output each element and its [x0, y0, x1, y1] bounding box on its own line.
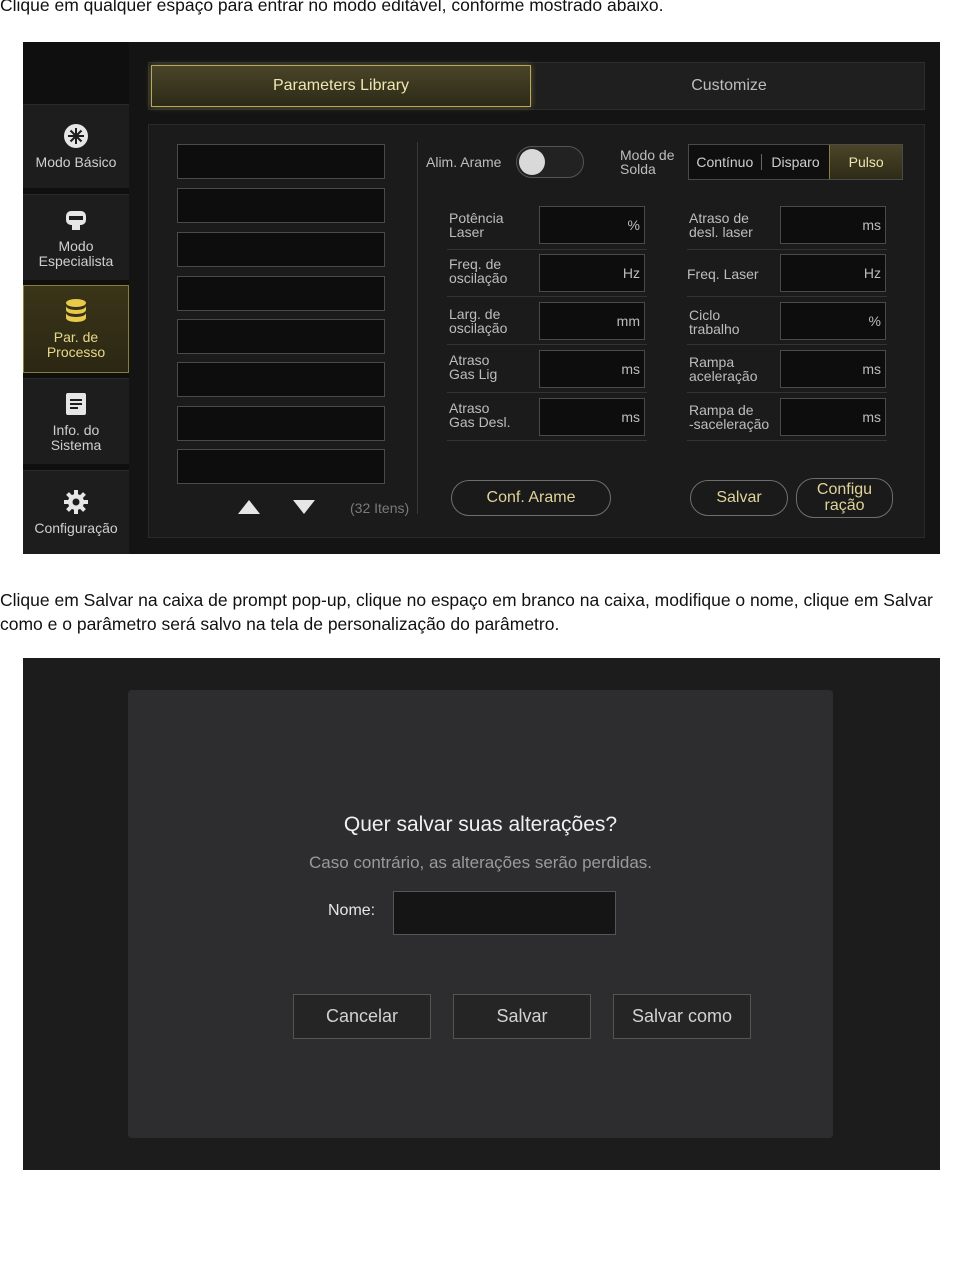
- tab-bar: Parameters Library Customize: [148, 62, 925, 110]
- laser-power-field[interactable]: %: [539, 206, 645, 244]
- laser-freq-field[interactable]: Hz: [780, 254, 886, 292]
- list-item[interactable]: [177, 449, 385, 484]
- row-divider: [687, 296, 887, 297]
- param-label: Atraso Gas Desl.: [449, 400, 511, 430]
- sidebar-item-par-processo[interactable]: Par. de Processo: [23, 285, 129, 373]
- sidebar-item-configuracao[interactable]: Configuração: [23, 470, 129, 554]
- helmet-icon: [63, 207, 89, 233]
- cancel-button[interactable]: Cancelar: [293, 994, 431, 1039]
- toggle-knob: [519, 149, 545, 175]
- row-divider: [447, 440, 647, 441]
- ramp-up-field[interactable]: ms: [780, 350, 886, 388]
- intro-text: Clique em qualquer espaço para entrar no…: [0, 0, 664, 15]
- param-label: Freq. de oscilação: [449, 256, 508, 286]
- list-item[interactable]: [177, 188, 385, 223]
- wire-config-button[interactable]: Conf. Arame: [451, 480, 611, 516]
- weld-mode-label: Modo de Solda: [620, 147, 675, 177]
- param-label: Rampa aceleração: [689, 354, 758, 384]
- scroll-up-arrow-icon[interactable]: [238, 500, 260, 514]
- row-divider: [447, 344, 647, 345]
- scroll-down-arrow-icon[interactable]: [293, 500, 315, 514]
- row-divider: [447, 392, 647, 393]
- save-dialog: Quer salvar suas alterações? Caso contrá…: [128, 690, 833, 1138]
- instruction-text: Clique em Salvar na caixa de prompt pop-…: [0, 590, 933, 634]
- wire-feed-label: Alim. Arame: [426, 154, 502, 170]
- sidebar-item-modo-especialista[interactable]: Modo Especialista: [23, 194, 129, 280]
- save-dialog-screen: Quer salvar suas alterações? Caso contrá…: [23, 658, 940, 1170]
- sidebar-item-info-sistema[interactable]: Info. do Sistema: [23, 378, 129, 464]
- document-icon: [65, 391, 87, 417]
- divider: [417, 142, 418, 514]
- dialog-subtitle: Caso contrário, as alterações serão perd…: [308, 853, 652, 872]
- save-button[interactable]: Salvar: [453, 994, 591, 1039]
- sidebar: Modo Básico Modo Especialista Par. de Pr…: [23, 42, 129, 554]
- row-divider: [687, 249, 887, 250]
- list-item[interactable]: [177, 406, 385, 441]
- config-button[interactable]: Configu ração: [796, 478, 893, 518]
- name-label: Nome:: [328, 902, 376, 919]
- parameters-screen: Modo Básico Modo Especialista Par. de Pr…: [23, 42, 940, 554]
- row-divider: [687, 344, 887, 345]
- duty-cycle-field[interactable]: %: [780, 302, 886, 340]
- dialog-title: Quer salvar suas alterações?: [343, 813, 618, 836]
- param-label: Rampa de -saceleração: [689, 402, 770, 432]
- row-divider: [447, 296, 647, 297]
- gear-icon: [63, 489, 89, 515]
- ramp-down-field[interactable]: ms: [780, 398, 886, 436]
- row-divider: [687, 392, 887, 393]
- gas-on-delay-field[interactable]: ms: [539, 350, 645, 388]
- item-count: (32 Itens): [350, 500, 410, 516]
- oscillation-width-field[interactable]: mm: [539, 302, 645, 340]
- param-label: Atraso Gas Lig: [449, 352, 498, 382]
- save-as-button[interactable]: Salvar como: [613, 994, 751, 1039]
- oscillation-freq-field[interactable]: Hz: [539, 254, 645, 292]
- sidebar-item-label: Modo Especialista: [38, 237, 114, 269]
- wire-feed-toggle[interactable]: [516, 146, 584, 178]
- list-item[interactable]: [177, 232, 385, 267]
- sidebar-item-modo-basico[interactable]: Modo Básico: [23, 104, 129, 188]
- list-item[interactable]: [177, 144, 385, 179]
- save-button[interactable]: Salvar: [690, 480, 788, 516]
- param-label: Freq. Laser: [687, 266, 759, 282]
- sidebar-item-label: Info. do Sistema: [50, 421, 102, 453]
- laser-off-delay-field[interactable]: ms: [780, 206, 886, 244]
- snowflake-icon: [63, 123, 89, 149]
- gas-off-delay-field[interactable]: ms: [539, 398, 645, 436]
- param-label: Larg. de oscilação: [449, 306, 508, 336]
- sidebar-item-label: Configuração: [34, 520, 118, 536]
- list-item[interactable]: [177, 319, 385, 354]
- param-label: Potência Laser: [449, 210, 504, 240]
- sidebar-item-label: Par. de Processo: [46, 329, 106, 360]
- weld-mode-selector: Contínuo Disparo Pulso: [688, 144, 903, 180]
- list-item[interactable]: [177, 276, 385, 311]
- param-label: Atraso de desl. laser: [689, 210, 753, 240]
- tab-customize[interactable]: Customize: [549, 65, 909, 107]
- mode-option-disparo[interactable]: Disparo: [762, 145, 830, 179]
- mode-option-pulso[interactable]: Pulso: [829, 145, 902, 179]
- list-item[interactable]: [177, 362, 385, 397]
- mode-option-continuo[interactable]: Contínuo: [689, 145, 761, 179]
- row-divider: [447, 249, 647, 250]
- sidebar-item-label: Modo Básico: [35, 154, 117, 170]
- tab-parameters-library[interactable]: Parameters Library: [151, 65, 531, 107]
- database-icon: [64, 298, 88, 324]
- param-label: Ciclo trabalho: [689, 307, 740, 337]
- name-field[interactable]: [393, 891, 616, 935]
- row-divider: [687, 440, 887, 441]
